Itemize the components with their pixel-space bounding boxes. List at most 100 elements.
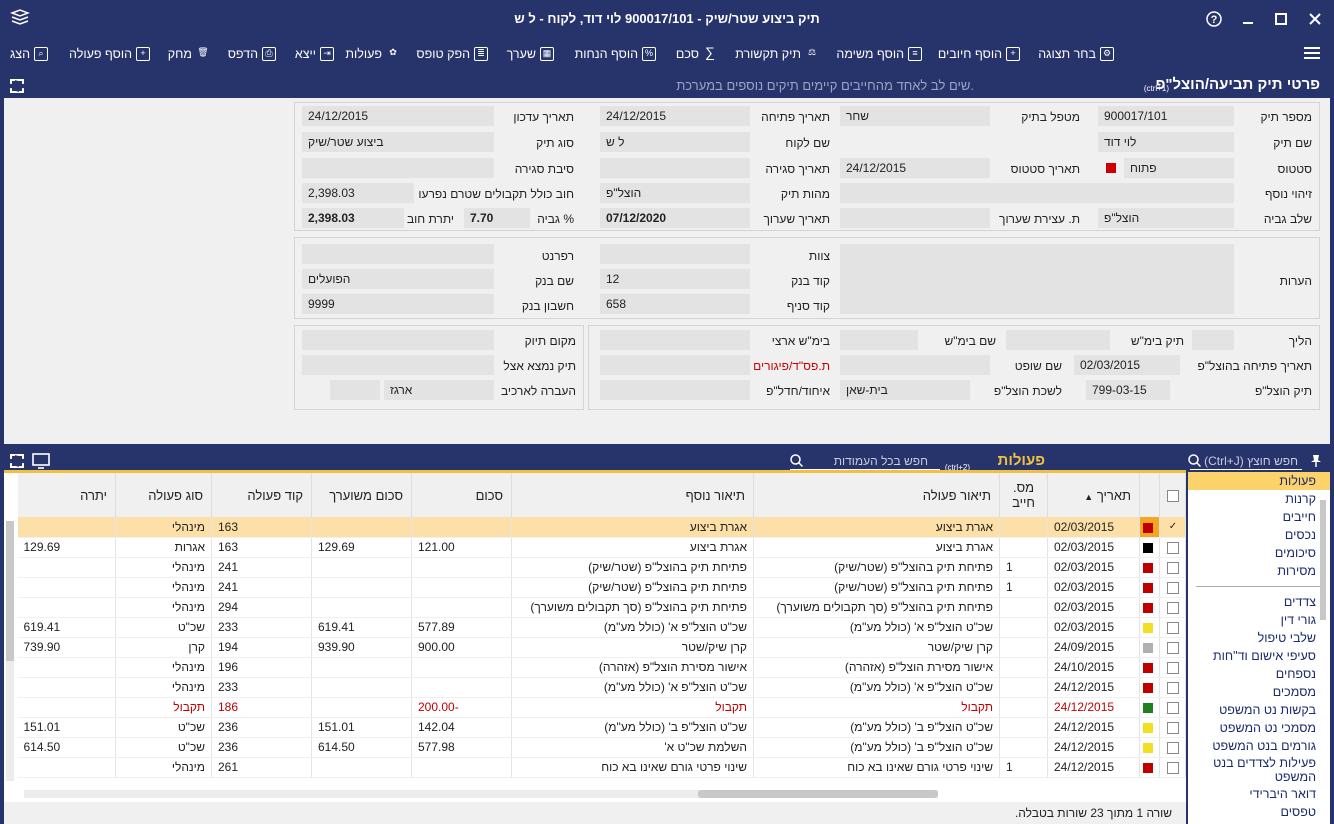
sidebar-tab[interactable]: סעיפי אישום וד"חות bbox=[1188, 647, 1330, 665]
sidebar-tab[interactable]: גורמים בנט המשפט bbox=[1188, 737, 1330, 755]
exec-case-field[interactable]: 799-03-15 bbox=[1086, 380, 1170, 400]
toolbar-sum[interactable]: ∑ סכם bbox=[676, 45, 717, 61]
table-row[interactable]: 24/12/2015 שכ"ט הוצל"פ ב' (כולל מע"מ) השלמ… bbox=[17, 737, 1186, 758]
notes-field[interactable] bbox=[840, 244, 1234, 314]
table-row[interactable]: 02/03/2015 פתיחת תיק בהוצל"פ (סך תקבולים … bbox=[17, 597, 1186, 618]
row-checkbox[interactable] bbox=[1159, 617, 1186, 638]
location-field[interactable] bbox=[302, 330, 494, 350]
stage-field[interactable]: הוצל"פ bbox=[1098, 208, 1234, 228]
archive-extra-field[interactable] bbox=[330, 380, 380, 400]
monitor-icon[interactable] bbox=[32, 453, 50, 469]
close-button[interactable] bbox=[1303, 8, 1327, 30]
bank-code-field[interactable]: 12 bbox=[600, 269, 750, 289]
row-checkbox[interactable] bbox=[1159, 557, 1186, 578]
sidebar-tab[interactable]: פעולות bbox=[1188, 472, 1330, 490]
toolbar-add-discounts[interactable]: % הוסף הנחות bbox=[575, 47, 656, 61]
sidebar-tab[interactable]: נספחים bbox=[1188, 665, 1330, 683]
sidebar-tab[interactable]: קרנות bbox=[1188, 490, 1330, 508]
handler-field[interactable]: שחר bbox=[840, 106, 990, 126]
row-checkbox[interactable] bbox=[1159, 577, 1186, 598]
maximize-button[interactable] bbox=[1269, 8, 1293, 30]
exec-open-field[interactable]: 02/03/2015 bbox=[1074, 355, 1180, 375]
table-row[interactable]: 24/10/2015 אישור מסירת הוצל"פ (אזהרה) אישו… bbox=[17, 657, 1186, 678]
archive-field[interactable]: ארגז bbox=[384, 380, 494, 400]
close-date-field[interactable] bbox=[600, 158, 750, 178]
column-header-debtor[interactable]: מס. חייב bbox=[999, 473, 1048, 517]
table-row[interactable]: 24/12/2015 1 שינוי פרטי גורם שאינו בא כוח ש… bbox=[17, 757, 1186, 778]
column-header-type[interactable]: סוג פעולה bbox=[115, 473, 212, 517]
case-number-field[interactable]: 900017/101 bbox=[1098, 106, 1234, 126]
status-date-field[interactable]: 24/12/2015 bbox=[840, 158, 990, 178]
held-by-field[interactable] bbox=[302, 355, 494, 375]
collect-pct-field[interactable]: 7.70 bbox=[464, 208, 530, 228]
row-checkbox[interactable] bbox=[1159, 697, 1186, 718]
sidebar-tab[interactable]: מסמכים bbox=[1188, 683, 1330, 701]
grid-search-input[interactable]: חפש בכל העמודות bbox=[790, 454, 940, 470]
sidebar-tab[interactable]: חייבים bbox=[1188, 508, 1330, 526]
status-field[interactable]: פתוח bbox=[1124, 158, 1234, 178]
row-checkbox[interactable] bbox=[1159, 737, 1186, 758]
court-name-field[interactable] bbox=[840, 330, 918, 350]
toolbar-add-action[interactable]: + הוסף פעולה bbox=[69, 47, 150, 61]
column-header-amount[interactable]: סכום bbox=[411, 473, 512, 517]
minimize-button[interactable] bbox=[1236, 8, 1260, 30]
bank-name-field[interactable]: הפועלים bbox=[302, 269, 494, 289]
table-row[interactable]: 02/03/2015 1 פתיחת תיק בהוצל"פ (שטר/שיק) פת… bbox=[17, 557, 1186, 578]
table-row[interactable]: 24/12/2015 תקבול תקבול -200.00 186 תקבול bbox=[17, 697, 1186, 718]
toolbar-generate-form[interactable]: ≣ הפק טופס bbox=[416, 47, 488, 61]
row-checkbox[interactable] bbox=[1159, 537, 1186, 558]
referent-field[interactable] bbox=[302, 244, 494, 264]
toolbar-print[interactable]: ⎙ הדפס bbox=[228, 47, 276, 61]
sidebar-tab[interactable]: מסירות bbox=[1188, 562, 1330, 580]
table-row[interactable]: 24/12/2015 שכ"ט הוצל"פ ב' (כולל מע"מ) שכ"ט… bbox=[17, 717, 1186, 738]
row-checkbox[interactable] bbox=[1159, 597, 1186, 618]
close-reason-field[interactable] bbox=[302, 158, 494, 178]
sidebar-tab[interactable]: דואר היברידי bbox=[1188, 785, 1330, 803]
menu-icon[interactable] bbox=[1304, 44, 1320, 62]
grid-expand-icon[interactable] bbox=[10, 454, 24, 468]
table-row[interactable]: 02/03/2015 שכ"ט הוצל"פ א' (כולל מע"מ) שכ"ט… bbox=[17, 617, 1186, 638]
row-checkbox[interactable] bbox=[1159, 757, 1186, 778]
sidebar-tab[interactable]: טפסים bbox=[1188, 803, 1330, 821]
sidebar-tab[interactable]: מסמכי נט המשפט bbox=[1188, 719, 1330, 737]
row-checkbox[interactable] bbox=[1159, 677, 1186, 698]
rate-date-field[interactable]: 07/12/2020 bbox=[600, 208, 750, 228]
sidebar-tab[interactable]: בקשות נט המשפט bbox=[1188, 701, 1330, 719]
toolbar-view[interactable]: ⌕ הצג bbox=[10, 47, 48, 61]
toolbar-revalue[interactable]: ▦ שערך bbox=[507, 47, 554, 61]
case-nature-field[interactable]: הוצל"פ bbox=[600, 183, 750, 203]
row-checkbox[interactable] bbox=[1159, 637, 1186, 658]
sidebar-tab[interactable]: גורי דין bbox=[1188, 611, 1330, 629]
column-header-balance[interactable]: יתרה bbox=[17, 473, 116, 517]
update-date-field[interactable]: 24/12/2015 bbox=[302, 106, 494, 126]
pin-icon[interactable] bbox=[1310, 454, 1322, 468]
row-checkbox[interactable] bbox=[1159, 717, 1186, 738]
open-date-field[interactable]: 24/12/2015 bbox=[600, 106, 750, 126]
appeal-field[interactable] bbox=[600, 355, 750, 375]
table-row[interactable]: ✓ 02/03/2015 אגרת ביצוע אגרת ביצוע 163 מינהלי bbox=[17, 517, 1186, 538]
branch-code-field[interactable]: 658 bbox=[600, 294, 750, 314]
land-court-field[interactable] bbox=[600, 330, 750, 350]
toolbar-add-debts[interactable]: + הוסף חיובים bbox=[938, 47, 1020, 61]
help-icon[interactable]: ? bbox=[1202, 8, 1226, 30]
extra-id-field[interactable] bbox=[840, 183, 1234, 203]
case-name-field[interactable]: לוי דוד bbox=[1098, 132, 1234, 152]
case-type-field[interactable]: ביצוע שטר/שיק bbox=[302, 132, 494, 152]
judge-field[interactable] bbox=[840, 355, 990, 375]
table-row[interactable]: 02/03/2015 אגרת ביצוע אגרת ביצוע 121.00 129.… bbox=[17, 537, 1186, 558]
expand-icon[interactable] bbox=[10, 79, 24, 93]
vertical-scrollbar[interactable] bbox=[6, 521, 14, 781]
column-header-code[interactable]: קוד פעולה bbox=[211, 473, 312, 517]
sidebar-tab[interactable]: צדדים bbox=[1188, 593, 1330, 611]
toolbar-communication-case[interactable]: ⚖ תיק תקשורת bbox=[735, 47, 819, 61]
sidebar-scrollbar[interactable] bbox=[1320, 500, 1326, 620]
table-row[interactable]: 02/03/2015 1 פתיחת תיק בהוצל"פ (שטר/שיק) פת… bbox=[17, 577, 1186, 598]
column-header-rated-amount[interactable]: סכום משוערך bbox=[311, 473, 412, 517]
exec-office-field[interactable]: בית-שאן bbox=[840, 380, 970, 400]
column-header-extra[interactable]: תיאור נוסף bbox=[511, 473, 754, 517]
tab-search-input[interactable]: חפש חוצץ (Ctrl+J) bbox=[1188, 454, 1302, 470]
merge-field[interactable] bbox=[600, 380, 750, 400]
team-field[interactable] bbox=[600, 244, 750, 264]
bank-account-field[interactable]: 9999 bbox=[302, 294, 494, 314]
toolbar-actions[interactable]: ✿ פעולות bbox=[345, 47, 400, 61]
